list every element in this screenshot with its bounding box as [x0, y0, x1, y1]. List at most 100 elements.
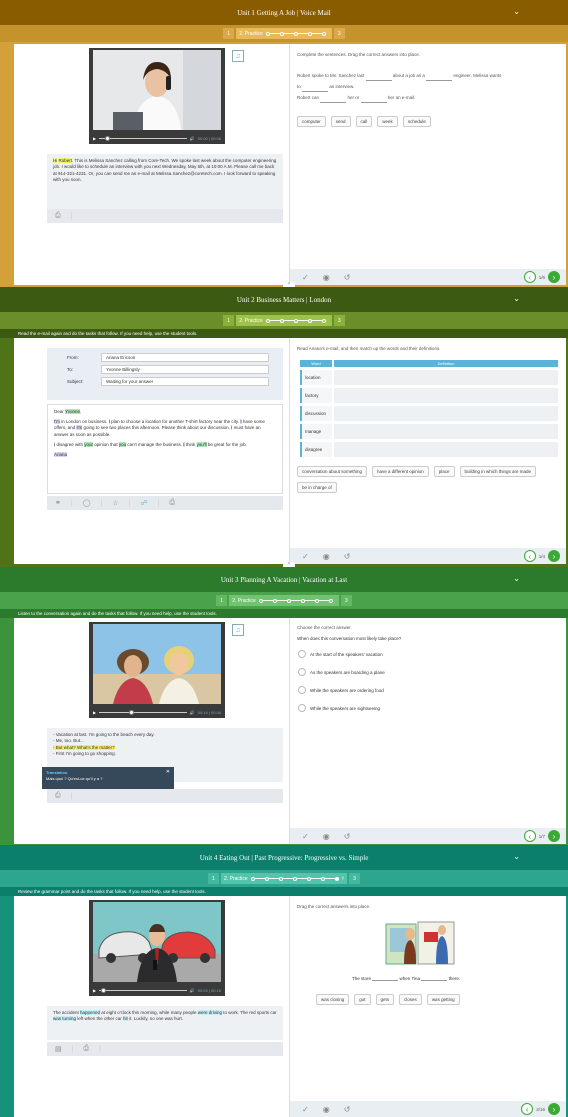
- definition-drop[interactable]: [334, 442, 558, 457]
- drop-blank[interactable]: [320, 98, 347, 103]
- definition-drop[interactable]: [334, 424, 558, 439]
- undo-icon[interactable]: ↺: [344, 273, 351, 282]
- radio-button[interactable]: [298, 650, 306, 658]
- radio-button[interactable]: [298, 686, 306, 694]
- drop-blank[interactable]: [372, 976, 399, 981]
- printer-icon[interactable]: ⎙: [55, 792, 61, 800]
- printer-icon[interactable]: ⎙: [55, 212, 61, 220]
- chevron-left-icon[interactable]: ‹: [521, 1103, 534, 1115]
- drop-blank[interactable]: [426, 76, 453, 81]
- step-3[interactable]: 3: [340, 595, 352, 606]
- eye-icon[interactable]: ◉: [323, 832, 330, 841]
- chevron-right-icon[interactable]: ›: [548, 1103, 560, 1115]
- play-icon[interactable]: ▶: [93, 988, 96, 993]
- eye-icon[interactable]: ◉: [323, 1105, 330, 1114]
- undo-icon[interactable]: ↺: [344, 832, 351, 841]
- chevron-right-icon[interactable]: ›: [548, 271, 560, 283]
- chevron-right-icon[interactable]: ›: [342, 875, 344, 882]
- volume-icon[interactable]: 🔊: [190, 136, 195, 141]
- chevron-down-icon[interactable]: ⌄: [513, 7, 520, 16]
- volume-icon[interactable]: 🔊: [190, 988, 195, 993]
- chevron-left-icon[interactable]: ‹: [523, 830, 536, 842]
- check-circle-icon[interactable]: ✓: [302, 552, 309, 561]
- chip[interactable]: have a different opinion: [372, 466, 429, 477]
- chip[interactable]: building in which things are made: [459, 466, 537, 477]
- drop-blank[interactable]: [360, 98, 387, 103]
- step-2-practice[interactable]: 2. Practice: [236, 28, 332, 39]
- definition-drop[interactable]: [334, 370, 558, 385]
- subtitles-icon[interactable]: ▤: [55, 1045, 62, 1053]
- undo-icon[interactable]: ↺: [344, 552, 351, 561]
- speech-bubble-icon[interactable]: ◯: [83, 499, 91, 507]
- step-1[interactable]: 1: [223, 315, 235, 326]
- chip[interactable]: conversation about something: [297, 466, 368, 477]
- volume-icon[interactable]: 🔊: [190, 710, 195, 715]
- undo-icon[interactable]: ↺: [344, 1105, 351, 1114]
- chip[interactable]: send: [330, 116, 351, 127]
- chip[interactable]: computer: [297, 116, 326, 127]
- option[interactable]: As the speakers are boarding a plane: [298, 668, 385, 676]
- music-note-icon[interactable]: ♫: [232, 50, 244, 62]
- chip[interactable]: week: [377, 116, 398, 127]
- step-2-practice[interactable]: 2. Practice ›: [221, 873, 347, 884]
- chip[interactable]: got: [354, 994, 371, 1005]
- music-note-icon[interactable]: ♫: [232, 624, 244, 636]
- step-3[interactable]: 3: [348, 873, 360, 884]
- seek-handle[interactable]: [105, 135, 111, 141]
- seek-bar[interactable]: [99, 135, 187, 141]
- drop-blank[interactable]: [302, 87, 329, 92]
- seek-handle[interactable]: [129, 709, 135, 715]
- chip[interactable]: call: [355, 116, 373, 127]
- definition-drop[interactable]: [334, 406, 558, 421]
- video-player[interactable]: ▶ 🔊 00:14 | 00:34: [89, 622, 225, 718]
- chevron-right-icon[interactable]: ›: [548, 830, 560, 842]
- step-1[interactable]: 1: [223, 28, 235, 39]
- definition-drop[interactable]: [334, 388, 558, 403]
- star-icon[interactable]: ☆: [112, 499, 118, 507]
- chevron-left-icon[interactable]: ‹: [523, 271, 536, 283]
- check-circle-icon[interactable]: ✓: [302, 832, 309, 841]
- chevron-right-icon[interactable]: ›: [548, 550, 560, 562]
- seek-handle[interactable]: [101, 987, 107, 993]
- chip[interactable]: schedule: [402, 116, 431, 127]
- play-icon[interactable]: ▶: [93, 136, 96, 141]
- eye-icon[interactable]: ◉: [323, 273, 330, 282]
- step-1[interactable]: 1: [208, 873, 220, 884]
- printer-icon[interactable]: ⎙: [83, 1045, 89, 1053]
- chevron-down-icon[interactable]: ⌄: [513, 852, 520, 861]
- play-icon[interactable]: ▶: [93, 710, 96, 715]
- eye-icon[interactable]: ◉: [323, 552, 330, 561]
- chip[interactable]: was getting: [426, 994, 460, 1005]
- drop-blank[interactable]: [365, 76, 392, 81]
- chip[interactable]: closes: [399, 994, 422, 1005]
- check-circle-icon[interactable]: ✓: [302, 1105, 309, 1114]
- video-frame-woman-on-phone: [93, 50, 221, 130]
- check-circle-icon[interactable]: ✓: [302, 273, 309, 282]
- chevron-down-icon[interactable]: ⌄: [513, 574, 520, 583]
- link-icon[interactable]: ☍: [140, 499, 147, 507]
- option[interactable]: At the start of the speakers' vacation: [298, 650, 385, 658]
- option[interactable]: While the speakers are ordering food: [298, 686, 385, 694]
- radio-button[interactable]: [298, 704, 306, 712]
- printer-icon[interactable]: ⎙: [169, 499, 175, 507]
- seek-bar[interactable]: [99, 987, 187, 993]
- chip[interactable]: be in charge of: [297, 482, 337, 493]
- seek-bar[interactable]: [99, 709, 187, 715]
- video-player[interactable]: ▶ 🔊 00:00 | 00:36: [89, 48, 225, 144]
- video-player[interactable]: ▶ 🔊 00:03 | 00:16: [89, 900, 225, 996]
- chevron-left-icon[interactable]: ‹: [523, 550, 536, 562]
- close-icon[interactable]: ✕: [166, 769, 170, 775]
- radio-button[interactable]: [298, 668, 306, 676]
- step-2-practice[interactable]: 2. Practice: [236, 315, 332, 326]
- chevron-down-icon[interactable]: ⌄: [513, 294, 520, 303]
- step-1[interactable]: 1: [216, 595, 228, 606]
- option[interactable]: While the speakers are sightseeing: [298, 704, 385, 712]
- chip[interactable]: gets: [375, 994, 395, 1005]
- chip[interactable]: place: [433, 466, 455, 477]
- headphones-icon[interactable]: ⚭: [55, 499, 61, 507]
- step-2-practice[interactable]: 2. Practice: [229, 595, 339, 606]
- drop-blank[interactable]: [421, 976, 448, 981]
- step-3[interactable]: 3: [333, 315, 345, 326]
- chip[interactable]: was closing: [316, 994, 350, 1005]
- step-3[interactable]: 3: [333, 28, 345, 39]
